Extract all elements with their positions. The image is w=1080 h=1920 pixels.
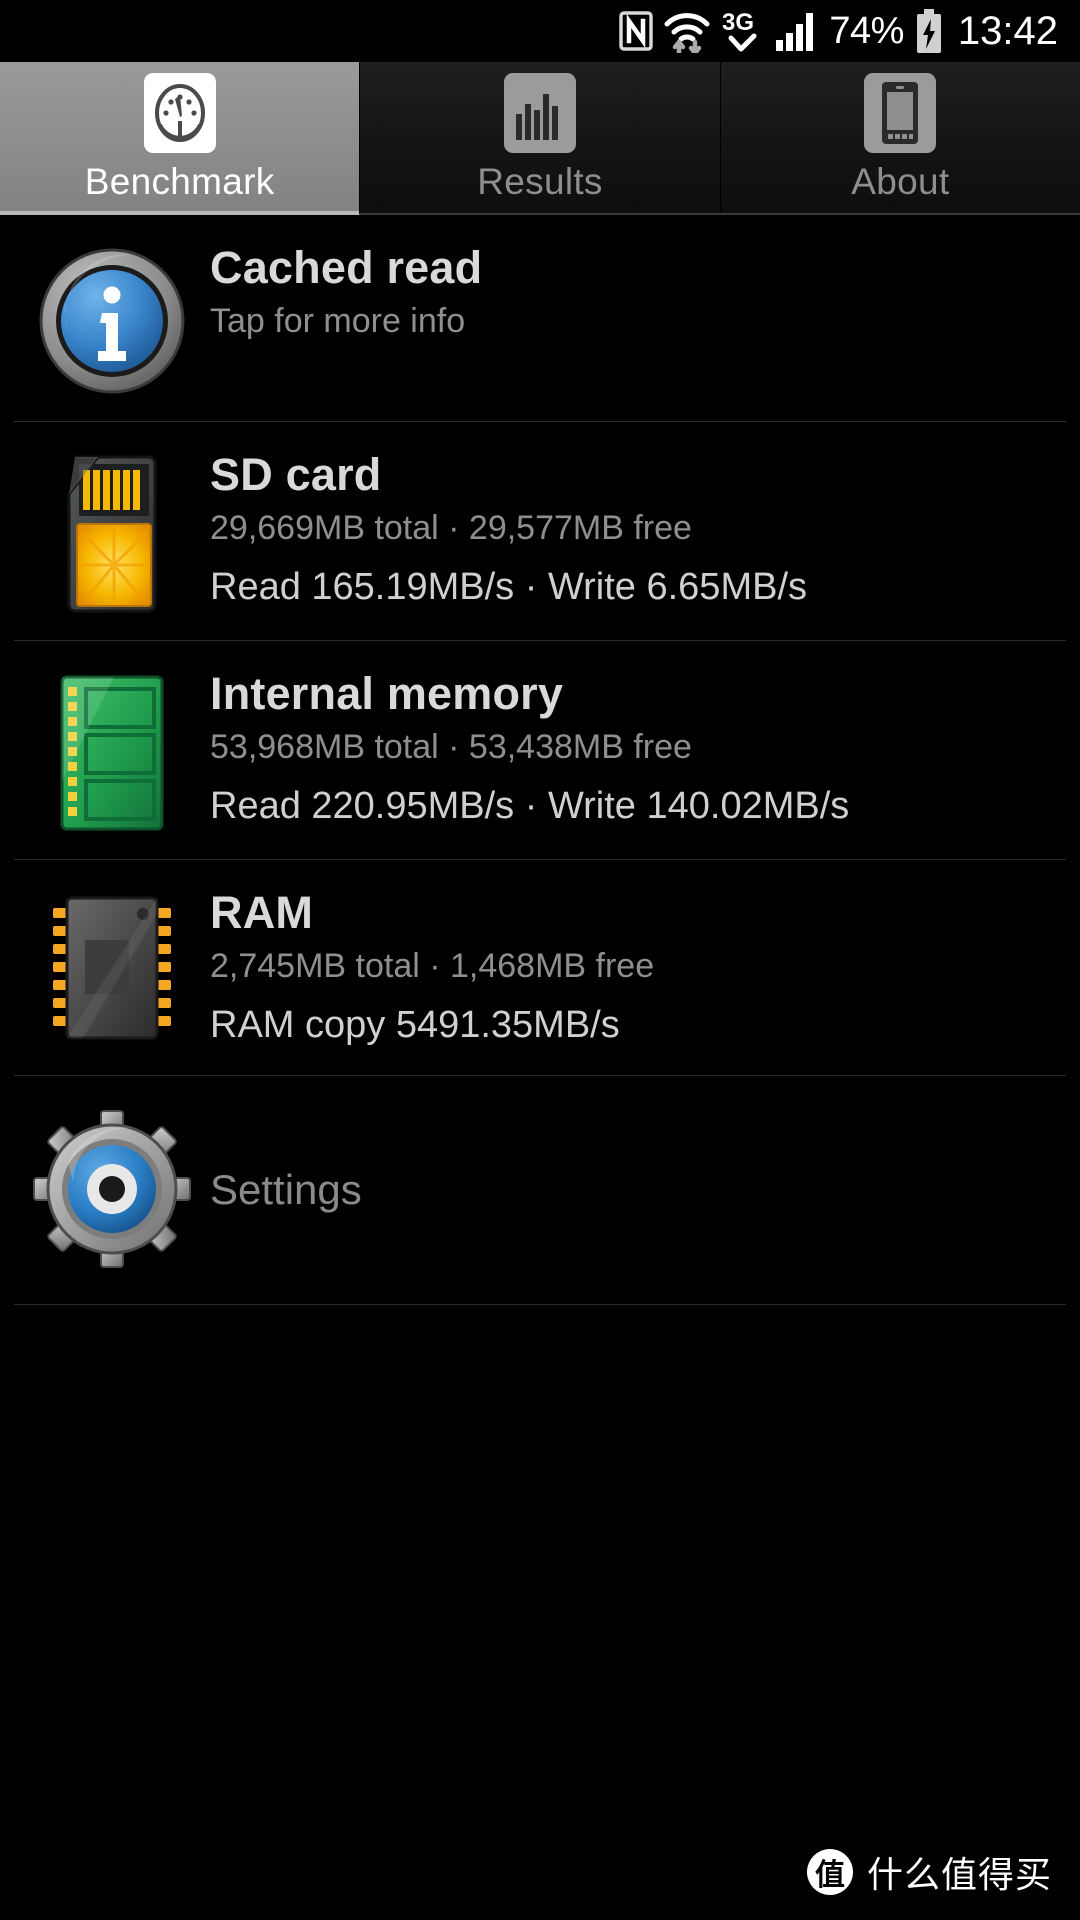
- bar-chart-icon: [503, 72, 576, 153]
- list-item-title: Cached read: [210, 242, 483, 293]
- wifi-icon: [664, 9, 710, 53]
- list-item-speed: Read 220.95MB/s · Write 140.02MB/s: [210, 785, 850, 828]
- list-item-subtitle: 53,968MB total · 53,438MB free: [210, 728, 692, 767]
- list-item-speed: RAM copy 5491.35MB/s: [210, 1004, 620, 1047]
- info-circle-icon: [14, 241, 210, 395]
- list-item-title: RAM: [210, 887, 314, 938]
- list-item-cached-read[interactable]: Cached read Tap for more info: [14, 215, 1066, 422]
- list-item-body: Settings: [210, 1164, 1066, 1214]
- list-item-speed: Read 165.19MB/s · Write 6.65MB/s: [210, 566, 807, 609]
- cellular-signal-icon: [774, 10, 818, 52]
- tab-about-label: About: [851, 160, 950, 202]
- ram-chip-icon: [14, 886, 210, 1044]
- status-bar: 3G 74% 13:42: [0, 0, 1080, 62]
- list-item-subtitle: 2,745MB total · 1,468MB free: [210, 947, 655, 986]
- tab-bar: Benchmark Results About: [0, 62, 1080, 215]
- clock-label: 13:42: [957, 9, 1058, 53]
- list-item-ram[interactable]: RAM 2,745MB total · 1,468MB free RAM cop…: [14, 860, 1066, 1076]
- nfc-icon: [619, 11, 654, 51]
- memory-module-icon: [14, 667, 210, 833]
- watermark-text: 什么值得买: [866, 1855, 1052, 1896]
- list-item-body: RAM 2,745MB total · 1,468MB free RAM cop…: [210, 886, 1066, 1049]
- list-item-internal-memory[interactable]: Internal memory 53,968MB total · 53,438M…: [14, 641, 1066, 860]
- sd-card-icon: [14, 448, 210, 614]
- svg-text:3G: 3G: [722, 9, 754, 36]
- list-item-body: Internal memory 53,968MB total · 53,438M…: [210, 667, 1066, 830]
- tab-results-label: Results: [477, 160, 603, 202]
- list-item-subtitle: Tap for more info: [210, 302, 466, 341]
- list-item-title: Internal memory: [210, 668, 564, 719]
- settings-label: Settings: [210, 1165, 362, 1213]
- tab-results[interactable]: Results: [360, 62, 721, 213]
- watermark-badge-icon: 值: [806, 1849, 853, 1895]
- list-item-title: SD card: [210, 449, 382, 500]
- phone-device-icon: [864, 72, 937, 153]
- data-transfer-arrows-icon: [673, 39, 702, 53]
- tab-benchmark-label: Benchmark: [84, 160, 275, 202]
- list-item-sd-card[interactable]: SD card 29,669MB total · 29,577MB free R…: [14, 422, 1066, 641]
- list-item-body: Cached read Tap for more info: [210, 241, 1066, 342]
- list-item-subtitle: 29,669MB total · 29,577MB free: [210, 509, 692, 548]
- list-item-settings[interactable]: Settings: [14, 1076, 1066, 1305]
- battery-charging-icon: [915, 9, 943, 53]
- tab-benchmark[interactable]: Benchmark: [0, 62, 361, 215]
- tab-about[interactable]: About: [720, 62, 1080, 213]
- list-item-body: SD card 29,669MB total · 29,577MB free R…: [210, 448, 1066, 611]
- gear-eye-icon: [14, 1109, 210, 1268]
- benchmark-list: Cached read Tap for more info SD card 29…: [0, 215, 1080, 1305]
- speedometer-icon: [143, 72, 216, 153]
- network-type-icon: 3G: [721, 8, 763, 54]
- watermark: 值 什么值得买: [806, 1846, 1052, 1898]
- battery-percent-label: 74%: [829, 10, 904, 52]
